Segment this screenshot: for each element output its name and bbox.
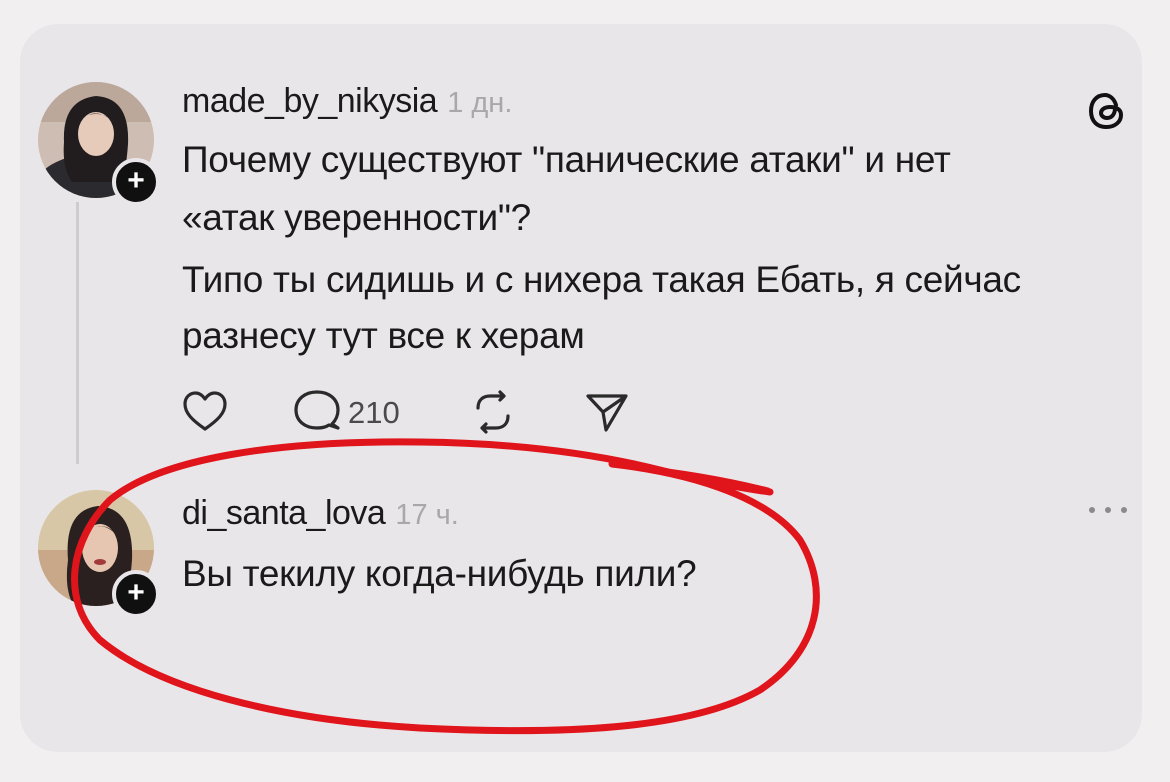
post-text-line: Почему существуют "панические атаки" и н…: [182, 139, 951, 180]
follow-badge[interactable]: +: [112, 570, 160, 618]
thread-line: [76, 202, 79, 464]
post-text-line: «атак уверенности"?: [182, 197, 531, 238]
reply-username-text[interactable]: di_santa_lova: [182, 494, 386, 532]
post-username-text[interactable]: made_by_nikysia: [182, 82, 438, 120]
comment-icon: [294, 390, 340, 430]
follow-badge[interactable]: +: [112, 158, 160, 206]
more-icon[interactable]: [1084, 500, 1132, 520]
post-text-line: разнесу тут все к херам: [182, 315, 585, 356]
post-username[interactable]: made_by_nikysia 1 дн.: [182, 82, 512, 121]
post-timestamp: 1 дн.: [447, 87, 513, 119]
reply-count: 210: [348, 395, 400, 430]
reply-username[interactable]: di_santa_lova 17 ч.: [182, 494, 459, 533]
share-icon[interactable]: [584, 386, 630, 440]
reply-action[interactable]: 210: [292, 386, 422, 440]
reply-text: Вы текилу когда-нибудь пили?: [182, 553, 697, 594]
threads-logo-icon[interactable]: [1084, 88, 1130, 134]
reply-timestamp: 17 ч.: [395, 499, 459, 531]
post-text-line: Типо ты сидишь и с нихера такая Ебать, я…: [182, 259, 1021, 300]
repost-icon[interactable]: [470, 386, 516, 440]
heart-icon[interactable]: [182, 386, 228, 440]
